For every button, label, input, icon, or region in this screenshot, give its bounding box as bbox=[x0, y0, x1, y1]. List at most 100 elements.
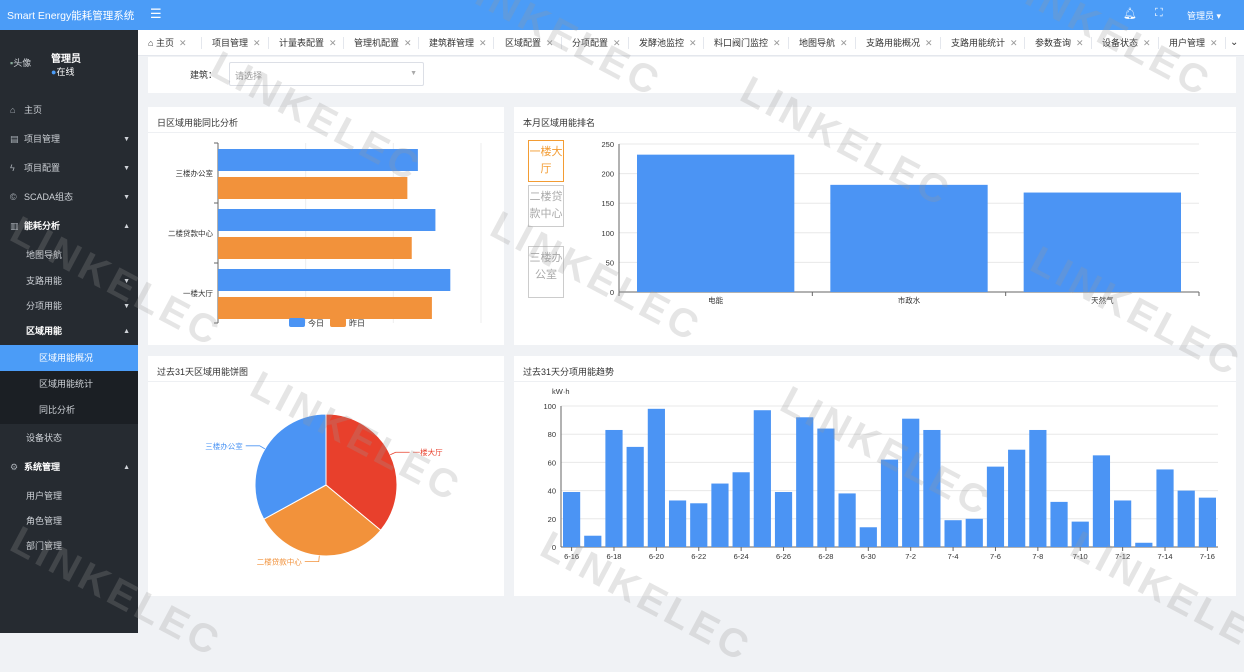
bar bbox=[838, 493, 856, 547]
tab-label: 料口阀门监控 bbox=[714, 38, 769, 48]
tab-user-management[interactable]: 用户管理 ✕ bbox=[1169, 30, 1218, 56]
avatar: ▪头像 bbox=[10, 56, 31, 69]
tab-ferment-monitor[interactable]: 发酵池监控 ✕ bbox=[639, 30, 697, 56]
tab-divider bbox=[1091, 37, 1092, 49]
bar bbox=[584, 535, 602, 547]
user-menu[interactable]: 管理员 ▾ bbox=[1187, 9, 1221, 22]
tabs-more-chevron-icon[interactable]: ⌄ bbox=[1230, 30, 1238, 56]
tab-divider bbox=[493, 37, 494, 49]
tab-area-config[interactable]: 区域配置 ✕ bbox=[505, 30, 554, 56]
area-pie-card: 过去31天区域用能饼图 一楼大厅 二楼贷款中心 三楼办公室 bbox=[148, 356, 504, 596]
sidebar-item-map-nav[interactable]: 地图导航 bbox=[0, 241, 138, 270]
y-tick-label: 20 bbox=[548, 515, 556, 524]
y-tick-label: 二楼贷款中心 bbox=[168, 228, 213, 238]
sidebar-item-dept-management[interactable]: 部门管理 bbox=[0, 532, 138, 561]
close-icon[interactable]: ✕ bbox=[1076, 38, 1084, 48]
pie-leader-line bbox=[304, 555, 320, 563]
tab-label: 支路用能概况 bbox=[866, 38, 921, 48]
close-icon[interactable]: ✕ bbox=[1010, 38, 1018, 48]
close-icon[interactable]: ✕ bbox=[925, 38, 933, 48]
x-tick-label: 6-20 bbox=[649, 552, 664, 561]
close-icon[interactable]: ✕ bbox=[840, 38, 848, 48]
sidebar-item-area-statistics[interactable]: 区域用能统计 bbox=[0, 371, 138, 397]
close-icon[interactable]: ✕ bbox=[253, 38, 261, 48]
x-tick-label: 7-14 bbox=[1158, 552, 1173, 561]
menu-toggle-icon[interactable]: ☰ bbox=[150, 6, 162, 22]
tab-manager-config[interactable]: 管理机配置 ✕ bbox=[354, 30, 412, 56]
x-tick-label: 6-26 bbox=[776, 552, 791, 561]
tab-label: 地图导航 bbox=[799, 38, 836, 48]
tab-home[interactable]: ⌂ 主页 ✕ bbox=[148, 30, 187, 56]
sidebar-item-home[interactable]: ⌂ 主页 bbox=[0, 96, 138, 125]
item-trend-chart: kW·h 0 20 40 60 80 100 6-16 6-18 6-20 6-22 6-24 6-26… bbox=[543, 387, 1218, 561]
sidebar-user-name: 管理员 bbox=[51, 54, 81, 65]
x-tick-label: 6-30 bbox=[861, 552, 876, 561]
building-icon: ▤ bbox=[10, 134, 19, 144]
fullscreen-icon[interactable]: ⛶ bbox=[1155, 7, 1163, 20]
sidebar-item-label: 区域用能概况 bbox=[39, 353, 94, 363]
tab-device-status[interactable]: 设备状态 ✕ bbox=[1102, 30, 1151, 56]
tab-map-nav[interactable]: 地图导航 ✕ bbox=[799, 30, 848, 56]
bar bbox=[668, 500, 687, 547]
sidebar-item-device-status[interactable]: 设备状态 bbox=[0, 424, 138, 453]
close-icon[interactable]: ✕ bbox=[1143, 38, 1151, 48]
close-icon[interactable]: ✕ bbox=[613, 38, 621, 48]
y-tick-label: 60 bbox=[548, 458, 556, 467]
chevron-down-icon: ▼ bbox=[123, 136, 130, 143]
tab-valve-monitor[interactable]: 料口阀门监控 ✕ bbox=[714, 30, 781, 56]
chevron-down-icon: ▼ bbox=[410, 70, 417, 77]
tab-divider bbox=[1024, 37, 1025, 49]
chevron-down-icon: ▼ bbox=[123, 165, 130, 172]
sidebar-item-area-energy[interactable]: 区域用能 ▲ bbox=[0, 317, 138, 346]
close-icon[interactable]: ✕ bbox=[479, 38, 487, 48]
bar bbox=[774, 492, 793, 547]
y-tick-label: 0 bbox=[610, 288, 614, 297]
tab-building-group[interactable]: 建筑群管理 ✕ bbox=[429, 30, 487, 56]
x-tick-label: 7-6 bbox=[990, 552, 1001, 561]
pie-leader-line bbox=[390, 451, 410, 456]
sidebar-item-label: 能耗分析 bbox=[24, 221, 61, 231]
close-icon[interactable]: ✕ bbox=[689, 38, 697, 48]
tab-divider bbox=[343, 37, 344, 49]
tab-meter-config[interactable]: 计量表配置 ✕ bbox=[279, 30, 337, 56]
building-select[interactable]: 请选择 ▼ bbox=[229, 62, 424, 86]
sidebar-item-system-management[interactable]: ⚙ 系统管理 ▲ bbox=[0, 453, 138, 482]
bar bbox=[902, 418, 920, 547]
close-icon[interactable]: ✕ bbox=[179, 38, 187, 48]
tab-branch-statistics[interactable]: 支路用能统计 ✕ bbox=[951, 30, 1018, 56]
tab-item-config[interactable]: 分项配置 ✕ bbox=[572, 30, 621, 56]
bar bbox=[817, 428, 835, 547]
bar bbox=[944, 520, 962, 547]
sidebar-item-project-config[interactable]: ϟ 项目配置 ▼ bbox=[0, 154, 138, 183]
close-icon[interactable]: ✕ bbox=[546, 38, 554, 48]
bell-icon[interactable]: 🔔︎ bbox=[1123, 7, 1137, 20]
bar bbox=[1156, 469, 1174, 547]
tab-param-query[interactable]: 参数查询 ✕ bbox=[1035, 30, 1084, 56]
bar bbox=[1029, 429, 1047, 547]
y-tick-label: 80 bbox=[548, 430, 556, 439]
x-tick-label: 6-22 bbox=[691, 552, 706, 561]
bar bbox=[1008, 449, 1026, 547]
tab-label: 项目管理 bbox=[212, 38, 249, 48]
close-icon[interactable]: ✕ bbox=[329, 38, 337, 48]
tab-branch-overview[interactable]: 支路用能概况 ✕ bbox=[866, 30, 933, 56]
sidebar-item-label: 部门管理 bbox=[26, 541, 63, 551]
sidebar-item-project-management[interactable]: ▤ 项目管理 ▼ bbox=[0, 125, 138, 154]
close-icon[interactable]: ✕ bbox=[773, 38, 781, 48]
tab-project-management[interactable]: 项目管理 ✕ bbox=[212, 30, 261, 56]
pie-label: 二楼贷款中心 bbox=[257, 557, 302, 567]
sidebar-item-area-overview[interactable]: 区域用能概况 bbox=[0, 345, 138, 371]
bolt-icon: ϟ bbox=[10, 163, 15, 173]
sidebar-item-scada[interactable]: © SCADA组态 ▼ bbox=[0, 183, 138, 212]
close-icon[interactable]: ✕ bbox=[1210, 38, 1218, 48]
sidebar-item-yoy-analysis[interactable]: 同比分析 bbox=[0, 397, 138, 424]
bar bbox=[626, 446, 644, 547]
sidebar-item-label: 项目管理 bbox=[24, 134, 61, 144]
close-icon[interactable]: ✕ bbox=[404, 38, 412, 48]
legend-swatch bbox=[330, 318, 346, 327]
sidebar-item-label: 同比分析 bbox=[39, 405, 76, 415]
sidebar-item-energy-analysis[interactable]: ▥ 能耗分析 ▲ bbox=[0, 212, 138, 241]
sidebar-item-label: 地图导航 bbox=[26, 250, 63, 260]
bar bbox=[859, 527, 877, 547]
legend-label: 昨日 bbox=[349, 318, 365, 328]
